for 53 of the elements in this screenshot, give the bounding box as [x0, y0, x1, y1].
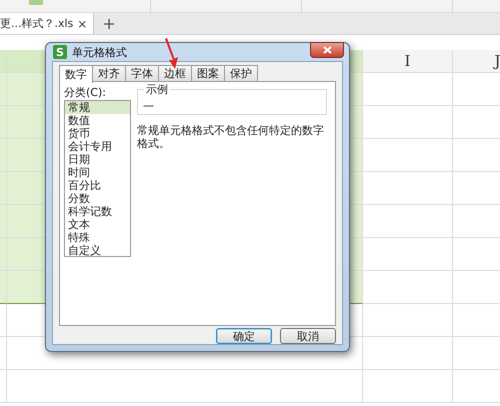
category-item[interactable]: 数值: [65, 114, 130, 127]
category-item[interactable]: 日期: [65, 153, 130, 166]
tab[interactable]: 图案: [191, 65, 225, 81]
sample-value: —: [143, 99, 154, 112]
category-item[interactable]: 自定义: [65, 244, 130, 257]
file-tab-label[interactable]: 更...样式？.xls: [0, 16, 74, 31]
tab[interactable]: 字体: [125, 65, 159, 81]
tab[interactable]: 数字: [59, 65, 93, 83]
category-item[interactable]: 科学记数: [65, 205, 130, 218]
cell[interactable]: [0, 337, 7, 370]
cell[interactable]: [363, 205, 453, 238]
cell[interactable]: [0, 73, 7, 106]
close-button[interactable]: [310, 42, 344, 58]
cell[interactable]: [0, 370, 7, 403]
tab[interactable]: 保护: [224, 65, 258, 81]
ok-button[interactable]: 确定: [216, 328, 272, 344]
tab[interactable]: 边框: [158, 65, 192, 81]
category-item[interactable]: 特殊: [65, 231, 130, 244]
close-tab-button[interactable]: ×: [77, 16, 88, 30]
cell[interactable]: [363, 172, 453, 205]
tab[interactable]: 对齐: [92, 65, 126, 81]
category-item[interactable]: 时间: [65, 166, 130, 179]
app-icon: S: [53, 45, 67, 59]
annotation-arrow: [164, 38, 180, 70]
cell[interactable]: [363, 73, 453, 106]
sample-title: 示例: [144, 82, 170, 97]
close-icon: [322, 46, 332, 54]
cell[interactable]: [363, 139, 453, 172]
cell[interactable]: [0, 304, 7, 337]
format-description: 常规单元格格式不包含任何特定的数字格式。: [137, 124, 325, 150]
cancel-button[interactable]: 取消: [280, 328, 336, 344]
category-item[interactable]: 分数: [65, 192, 130, 205]
category-item[interactable]: 货币: [65, 127, 130, 140]
cell[interactable]: [363, 271, 453, 304]
column-header[interactable]: I: [363, 50, 453, 73]
category-item[interactable]: 百分比: [65, 179, 130, 192]
cell[interactable]: [0, 271, 7, 304]
cell[interactable]: [363, 106, 453, 139]
category-label: 分类(C):: [64, 87, 107, 99]
new-tab-button[interactable]: +: [94, 13, 124, 34]
cell[interactable]: [363, 337, 453, 370]
dialog-title: 单元格格式: [72, 44, 127, 60]
cell[interactable]: [363, 304, 453, 337]
file-tab[interactable]: 更...样式？.xls ×: [0, 13, 94, 34]
toolbar-swatch: [29, 0, 43, 5]
category-item[interactable]: 文本: [65, 218, 130, 231]
category-item[interactable]: 会计专用: [65, 140, 130, 153]
category-item[interactable]: 常规: [65, 101, 130, 114]
column-header[interactable]: [0, 50, 7, 73]
cell[interactable]: [363, 238, 453, 271]
cell[interactable]: [363, 370, 453, 403]
column-header[interactable]: J: [453, 50, 500, 73]
cell[interactable]: [7, 370, 363, 403]
